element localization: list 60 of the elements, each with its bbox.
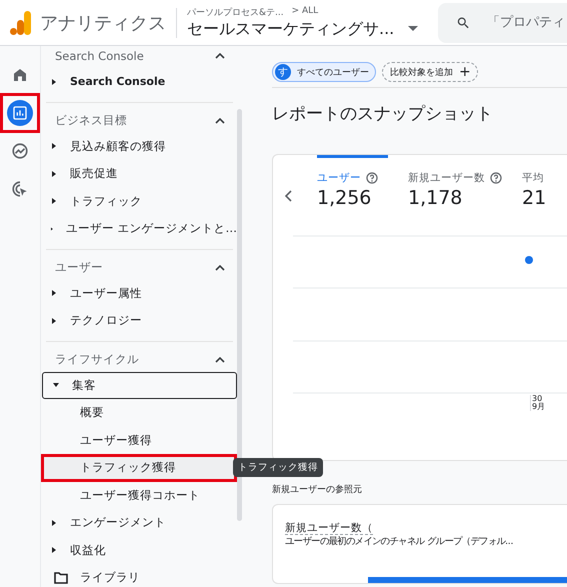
metric-tab[interactable]: 新規ユーザー数 1,178	[408, 155, 502, 209]
nav-item[interactable]: ユーザー エンゲージメントと…	[41, 215, 237, 242]
account-sub-path[interactable]: > ALL	[292, 6, 318, 18]
caret-right-icon[interactable]	[50, 197, 58, 206]
segment-avatar: す	[275, 64, 291, 80]
section-heading: ビジネス目標	[55, 113, 127, 128]
nav-item[interactable]: 見込み顧客の獲得	[41, 132, 237, 160]
caret-right-icon[interactable]	[50, 316, 58, 325]
nav-item[interactable]: Search Console	[41, 68, 237, 96]
chevron-icon[interactable]	[215, 53, 225, 59]
section-heading: ライフサイクル	[55, 352, 139, 367]
library-link[interactable]: ライブラリ	[80, 570, 140, 585]
axis-label: 9月	[532, 403, 546, 411]
dropdown-caret-icon[interactable]	[408, 26, 418, 32]
caret-right-icon[interactable]	[50, 546, 58, 554]
card-subtitle: ユーザーの最初のメインのチャネル グループ（デフォル...	[285, 535, 514, 548]
help-icon[interactable]	[366, 172, 378, 184]
nav-item[interactable]: エンゲージメント	[41, 509, 237, 536]
chevron-icon[interactable]	[215, 356, 225, 362]
search-input[interactable]: 「プロパティ	[487, 15, 567, 30]
folder-icon	[54, 572, 68, 584]
nav-item[interactable]: 収益化	[41, 536, 237, 564]
bar-chart-icon[interactable]	[7, 100, 33, 126]
nav-subitem[interactable]: ユーザー獲得	[41, 426, 237, 454]
caret-right-icon[interactable]	[50, 170, 58, 178]
nav-item[interactable]: 販売促進	[41, 160, 237, 188]
axis-label: 30	[532, 395, 542, 403]
nav-item[interactable]: 集客	[42, 372, 237, 399]
section-heading: 新規ユーザーの参照元	[272, 484, 363, 496]
section-heading: ユーザー	[55, 260, 103, 275]
metric-tab[interactable]: 平均 21	[522, 155, 546, 209]
page-title: レポートのスナップショット	[272, 103, 494, 125]
card-title: 新規ユーザー数（	[285, 521, 374, 535]
product-name: アナリティクス	[40, 12, 166, 34]
chevron-icon[interactable]	[215, 264, 225, 270]
nav-item[interactable]: ユーザー属性	[41, 280, 237, 307]
property-name[interactable]: セールスマーケティングサ...	[187, 18, 394, 40]
scrollbar[interactable]	[237, 109, 242, 521]
account-name[interactable]: パーソルプロセス&テ...	[187, 6, 284, 18]
nav-subitem[interactable]: ユーザー獲得コホート	[41, 482, 237, 509]
caret-right-icon[interactable]	[50, 142, 58, 150]
segment-chip[interactable]: す すべてのユーザー	[272, 62, 376, 82]
tooltip: トラフィック獲得	[233, 458, 323, 477]
chevron-icon[interactable]	[215, 118, 225, 124]
search-field[interactable]: 「プロパティ	[438, 2, 567, 42]
caret-down-icon[interactable]	[52, 381, 60, 390]
search-icon	[456, 14, 471, 30]
help-icon[interactable]	[490, 172, 502, 184]
chevron-left-icon[interactable]	[284, 190, 292, 202]
metric-tab[interactable]: ユーザー 1,256	[317, 155, 388, 209]
nav-subitem[interactable]: 概要	[41, 399, 237, 426]
caret-right-icon[interactable]	[50, 289, 58, 298]
caret-right-icon[interactable]	[50, 78, 58, 86]
nav-subitem[interactable]: トラフィック獲得	[41, 454, 237, 482]
nav-item[interactable]: テクノロジー	[41, 307, 237, 334]
section-heading: Search Console	[55, 49, 144, 63]
analytics-logo-icon	[10, 10, 32, 34]
add-comparison-chip[interactable]: 比較対象を追加 +	[382, 62, 478, 82]
caret-right-icon[interactable]	[50, 518, 58, 527]
nav-item[interactable]: トラフィック	[41, 188, 237, 215]
